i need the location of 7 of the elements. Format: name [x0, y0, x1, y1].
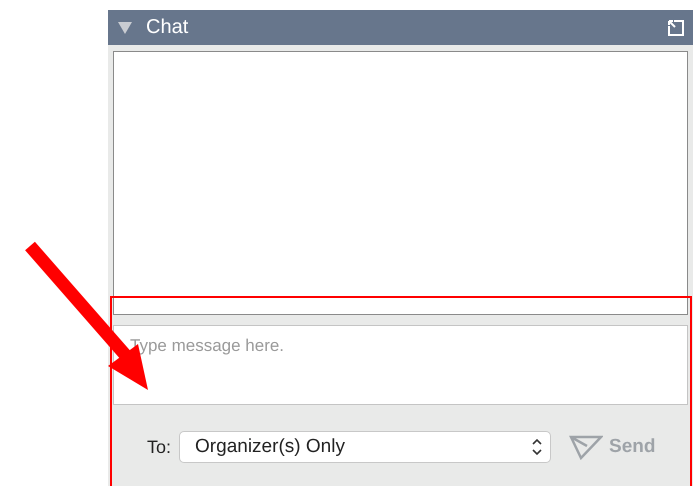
panel-title: Chat — [146, 16, 190, 39]
pop-out-icon[interactable] — [667, 18, 685, 36]
recipient-label: To: — [147, 436, 172, 458]
paper-plane-icon — [569, 434, 604, 460]
chevron-up-down-icon — [532, 438, 542, 456]
recipient-dropdown[interactable]: Organizer(s) Only — [179, 431, 552, 463]
collapse-icon[interactable] — [118, 22, 132, 34]
